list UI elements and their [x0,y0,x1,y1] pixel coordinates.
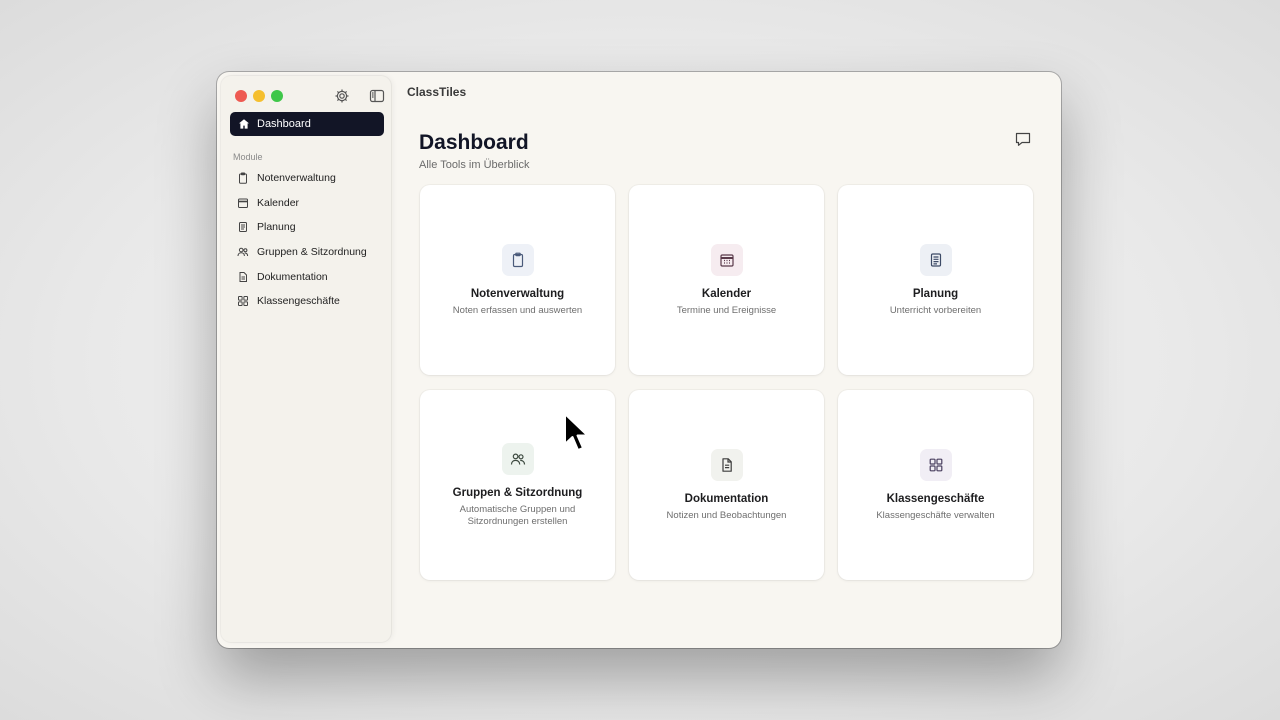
page-subtitle: Alle Tools im Überblick [419,159,530,171]
sidebar-item-label: Planung [257,221,296,234]
clipboard-icon [239,172,247,184]
sidebar-section-label: Module [233,152,263,162]
clipboard-icon [512,252,523,267]
file-icon [721,457,732,472]
sidebar-item-label: Dashboard [257,118,311,130]
sidebar-item-planung[interactable]: Planung [237,215,387,240]
card-icon-badge [710,243,743,276]
card-icon-badge [501,442,534,475]
gear-icon[interactable] [334,88,350,104]
sidebar-item-label: Kalender [257,196,300,209]
grid-icon [929,458,942,471]
app-title: ClassTiles [407,85,467,99]
card-title: Klassengeschäfte [886,492,985,505]
window-controls [235,90,283,102]
home-icon [239,119,249,129]
calendar-icon [238,198,248,208]
document-lines-icon [930,252,941,267]
close-button[interactable] [235,90,247,102]
card-description: Unterricht vorbereiten [889,304,982,316]
tool-card-notenverwaltung[interactable]: Notenverwaltung Noten erfassen und auswe… [420,185,615,375]
card-title: Notenverwaltung [470,287,565,300]
sidebar-item-label: Klassengeschäfte [257,295,340,308]
sidebar-item-label: Gruppen & Sitzordnung [257,246,367,259]
sidebar-item-label: Notenverwaltung [257,172,336,185]
card-icon-badge [919,448,952,481]
card-description: Klassengeschäfte verwalten [876,509,995,521]
people-icon [237,247,249,257]
page-title: Dashboard [419,131,529,154]
calendar-icon [719,253,734,267]
sidebar-item-dashboard[interactable]: Dashboard [230,112,384,136]
minimize-button[interactable] [253,90,265,102]
sidebar: Dashboard Module Notenverwaltung Kalende… [221,76,391,642]
card-title: Dokumentation [684,492,769,505]
zoom-button[interactable] [271,90,283,102]
sidebar-item-gruppen[interactable]: Gruppen & Sitzordnung [237,240,387,265]
grid-icon [238,296,248,307]
sidebar-item-notenverwaltung[interactable]: Notenverwaltung [237,166,387,191]
sidebar-item-dokumentation[interactable]: Dokumentation [237,264,387,289]
sidebar-toggle-icon[interactable] [369,88,385,104]
sidebar-nav: Notenverwaltung Kalender Planung Gruppen… [237,166,387,314]
tool-card-dokumentation[interactable]: Dokumentation Notizen und Beobachtungen [629,390,824,580]
mouse-pointer-icon [564,413,589,451]
people-icon [510,453,525,465]
tool-card-kalender[interactable]: Kalender Termine und Ereignisse [629,185,824,375]
card-title: Gruppen & Sitzordnung [452,486,583,499]
sidebar-item-klassengeschaefte[interactable]: Klassengeschäfte [237,289,387,314]
sidebar-item-kalender[interactable]: Kalender [237,191,387,216]
feedback-icon[interactable] [1014,130,1032,148]
sidebar-item-label: Dokumentation [257,270,328,283]
card-title: Planung [912,287,959,300]
file-icon [239,271,247,282]
tool-card-klassengeschaefte[interactable]: Klassengeschäfte Klassengeschäfte verwal… [838,390,1033,580]
tool-card-planung[interactable]: Planung Unterricht vorbereiten [838,185,1033,375]
card-description: Notizen und Beobachtungen [666,509,787,521]
card-description: Termine und Ereignisse [676,304,777,316]
card-icon-badge [919,243,952,276]
app-window: Dashboard Module Notenverwaltung Kalende… [217,72,1061,648]
document-lines-icon [239,222,247,233]
card-description: Noten erfassen und auswerten [452,304,583,316]
card-description: Automatische Gruppen und Sitzordnungen e… [459,503,576,527]
card-icon-badge [501,243,534,276]
card-icon-badge [710,448,743,481]
card-title: Kalender [701,287,752,300]
tool-grid: Notenverwaltung Noten erfassen und auswe… [420,185,1033,580]
